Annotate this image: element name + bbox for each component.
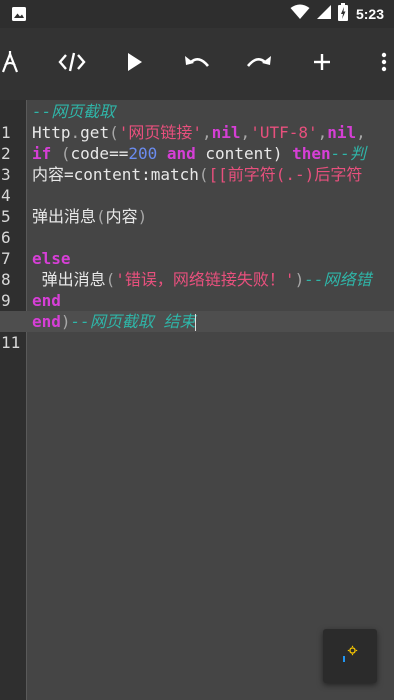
add-button[interactable] xyxy=(304,46,340,82)
code-token: end xyxy=(32,291,61,310)
line-number: 11 xyxy=(1,333,21,352)
code-token: end xyxy=(32,312,61,331)
code-token: if xyxy=(32,144,52,163)
code-token: --判 xyxy=(330,144,366,163)
code-token: --网络错 xyxy=(304,270,372,289)
code-line: 9 弹出消息('错误，网络链接失败！')--网络错 xyxy=(0,269,394,310)
cursor-tools-icon xyxy=(340,644,360,668)
code-token: Http xyxy=(32,123,71,142)
code-token: 弹出消息 xyxy=(32,207,97,226)
code-token: and xyxy=(166,144,196,163)
code-token: ( xyxy=(105,270,116,289)
redo-icon xyxy=(246,54,272,74)
code-token: ( xyxy=(198,165,209,184)
code-token: 弹出消息 xyxy=(32,270,106,289)
code-token: 'UTF-8' xyxy=(250,123,318,142)
code-token: ( xyxy=(96,207,106,226)
code-token: 内容 xyxy=(105,207,138,226)
image-notification-icon xyxy=(11,6,27,27)
more-icon xyxy=(381,52,387,76)
code-line: 3 if (code==200 and content) then--判 xyxy=(0,143,394,184)
code-token: content) xyxy=(195,144,293,163)
text-cursor xyxy=(195,314,197,331)
wizard-icon xyxy=(0,50,21,78)
code-token: ) xyxy=(294,270,305,289)
code-token: --网页截取 xyxy=(32,102,116,121)
code-line: 7 xyxy=(0,227,394,268)
code-token: 内容=content:match xyxy=(32,165,199,184)
code-token: else xyxy=(32,249,71,268)
code-token: nil xyxy=(327,123,357,142)
code-token: get xyxy=(80,123,110,142)
code-token: ( xyxy=(109,123,119,142)
redo-button[interactable] xyxy=(241,46,277,82)
code-editor[interactable]: 1 --网页截取 2 Http.get('网页链接',nil,'UTF-8',n… xyxy=(0,100,394,700)
code-token: , xyxy=(356,123,366,142)
undo-button[interactable] xyxy=(179,46,215,82)
code-token: , xyxy=(240,123,251,142)
code-line: 4 内容=content:match([[前字符(.-)后字符 xyxy=(0,164,394,205)
status-bar: 5:23 xyxy=(0,0,394,28)
code-token: , xyxy=(202,123,212,142)
code-token: [[前字符(.-)后字符 xyxy=(208,165,363,184)
code-token: '网页链接' xyxy=(118,123,202,142)
wifi-icon xyxy=(290,4,310,25)
code-line-current: 11 end)--网页截取 结束 xyxy=(0,311,394,352)
signal-icon xyxy=(316,4,332,25)
floating-tools-button[interactable] xyxy=(323,629,377,683)
code-token: . xyxy=(70,123,81,142)
toolbar xyxy=(0,28,394,100)
code-line: 5 xyxy=(0,185,394,226)
more-options-button[interactable] xyxy=(366,46,394,82)
code-line: 6 弹出消息(内容) xyxy=(0,206,394,247)
undo-icon xyxy=(184,54,210,74)
code-line: 1 --网页截取 xyxy=(0,101,394,142)
code-token: == xyxy=(109,144,129,163)
code-line: 8 else xyxy=(0,248,394,289)
code-token: ) xyxy=(60,312,71,331)
code-token: 200 xyxy=(128,144,158,163)
wizard-button[interactable] xyxy=(0,46,28,82)
run-button[interactable] xyxy=(117,46,153,82)
code-token: then xyxy=(292,144,331,163)
code-token: nil xyxy=(211,123,241,142)
code-token: ( xyxy=(51,144,71,163)
code-token: , xyxy=(317,123,328,142)
code-button[interactable] xyxy=(54,46,90,82)
code-token: --网页截取 结束 xyxy=(70,312,196,331)
play-icon xyxy=(127,53,143,75)
add-icon xyxy=(313,53,331,75)
code-token: ) xyxy=(137,207,148,226)
code-line: 10 end xyxy=(0,290,394,331)
code-token: code xyxy=(70,144,110,163)
code-token: '错误，网络链接失败！' xyxy=(115,270,295,289)
code-icon xyxy=(58,51,86,77)
battery-icon xyxy=(337,2,348,26)
status-time: 5:23 xyxy=(355,6,384,22)
code-line: 2 Http.get('网页链接',nil,'UTF-8',nil, xyxy=(0,122,394,163)
